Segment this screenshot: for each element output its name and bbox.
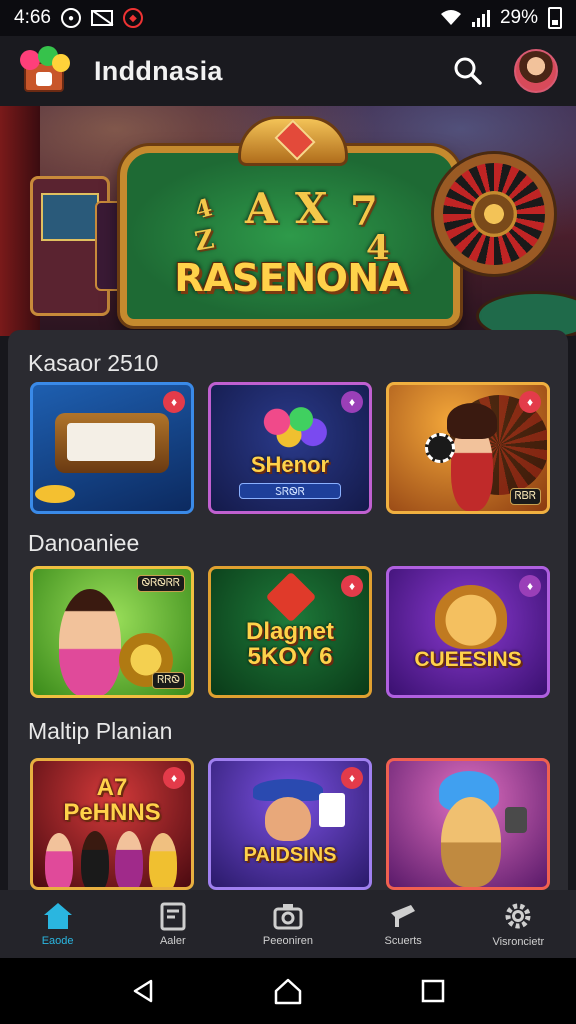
game-card-title: SHenor [250,452,330,477]
hero-symbol: X [295,184,328,233]
avatar[interactable] [514,49,558,93]
home-button[interactable] [268,971,308,1011]
gear-icon [505,903,531,929]
hero-banner[interactable]: 4 A X 7 Z 4 RASENONA [0,106,576,336]
back-icon [133,979,152,1003]
nav-item-scores[interactable]: Scuerts [353,901,453,947]
game-card[interactable]: A7 PeHNNS ♦ [30,758,194,890]
section-title: Maltip Planian [28,718,173,744]
crown-ornament [238,116,348,166]
recents-button[interactable] [413,971,453,1011]
game-card[interactable]: Dlagnet 5KOY 6 ♦ [208,566,372,698]
game-card-tag: ᏒᏒᏫ [152,672,185,689]
nav-item-alerts[interactable]: Aaler [123,901,223,947]
app-logo-icon[interactable] [18,44,72,98]
search-button[interactable] [448,51,488,91]
hero-symbol: A [245,184,278,233]
notification-icon: ● [60,8,81,28]
nav-item-home[interactable]: Eaode [8,901,108,947]
back-button[interactable] [123,971,163,1011]
bottom-nav: Eaode Aaler Peeoniren Scuerts Visronciet… [0,890,576,958]
nav-label: Visroncietr [492,936,545,948]
app-header: Inddnasia [0,36,576,106]
game-list: Kasaor 2510 ♦ SHenor ᏚᏒᏫᏒ ♦ ᏒᏴᏒ ♦ Danoan… [8,330,568,890]
game-card-title: PAIDSINS [243,844,337,866]
nav-label: Aaler [159,935,186,947]
status-bar: 4:66 ● ◆ 29% [0,0,576,36]
camera-icon [273,904,303,930]
favorite-badge-icon: ♦ [341,575,363,597]
section-title: Kasaor 2510 [28,350,159,376]
favorite-badge-icon: ♦ [519,575,541,597]
game-card[interactable] [386,758,550,890]
nav-label: Scuerts [384,935,422,947]
megaphone-icon [391,905,416,927]
game-card[interactable]: ᏫᏒᏫᏒᏒ ᏒᏒᏫ [30,566,194,698]
nav-label: Peeoniren [262,935,314,947]
home-outline-icon [274,978,302,1005]
game-card-subtitle: ᏚᏒᏫᏒ [239,483,341,499]
hero-title: RASENONA [174,256,408,300]
game-card[interactable]: ᏒᏴᏒ ♦ [386,382,550,514]
roulette-wheel [434,154,554,274]
system-nav-bar [0,958,576,1024]
document-icon [160,902,186,931]
search-icon [454,57,482,85]
app-title: Inddnasia [94,55,223,86]
record-icon: ◆ [122,8,143,28]
game-card-tag: ᏒᏴᏒ [509,488,541,505]
section-title: Danoaniee [28,530,140,556]
game-card[interactable]: CUEESINS ♦ [386,566,550,698]
status-right: 29% [440,7,562,29]
signal-icon [471,9,490,27]
status-left: 4:66 ● ◆ [14,7,143,29]
battery-icon [548,7,562,29]
favorite-badge-icon: ♦ [341,391,363,413]
battery-percent: 29% [499,7,538,28]
game-card-title: Dlagnet 5KOY 6 [245,618,334,671]
game-card[interactable]: PAIDSINS ♦ [208,758,372,890]
game-card[interactable]: SHenor ᏚᏒᏫᏒ ♦ [208,382,372,514]
game-card-tag: ᏫᏒᏫᏒᏒ [136,575,185,592]
nav-item-settings[interactable]: Visroncietr [468,900,568,948]
status-time: 4:66 [14,7,51,28]
wifi-icon [440,10,461,25]
nav-label: Eaode [41,935,74,947]
game-card-title: CUEESINS [414,648,522,671]
recents-icon [422,979,445,1003]
favorite-badge-icon: ♦ [163,391,185,413]
nav-item-camera[interactable]: Peeoniren [238,901,338,947]
game-card[interactable]: ♦ [30,382,194,514]
favorite-badge-icon: ♦ [519,391,541,413]
no-signal-icon [90,10,113,26]
favorite-badge-icon: ♦ [341,767,363,789]
home-icon [43,903,72,929]
favorite-badge-icon: ♦ [163,767,185,789]
